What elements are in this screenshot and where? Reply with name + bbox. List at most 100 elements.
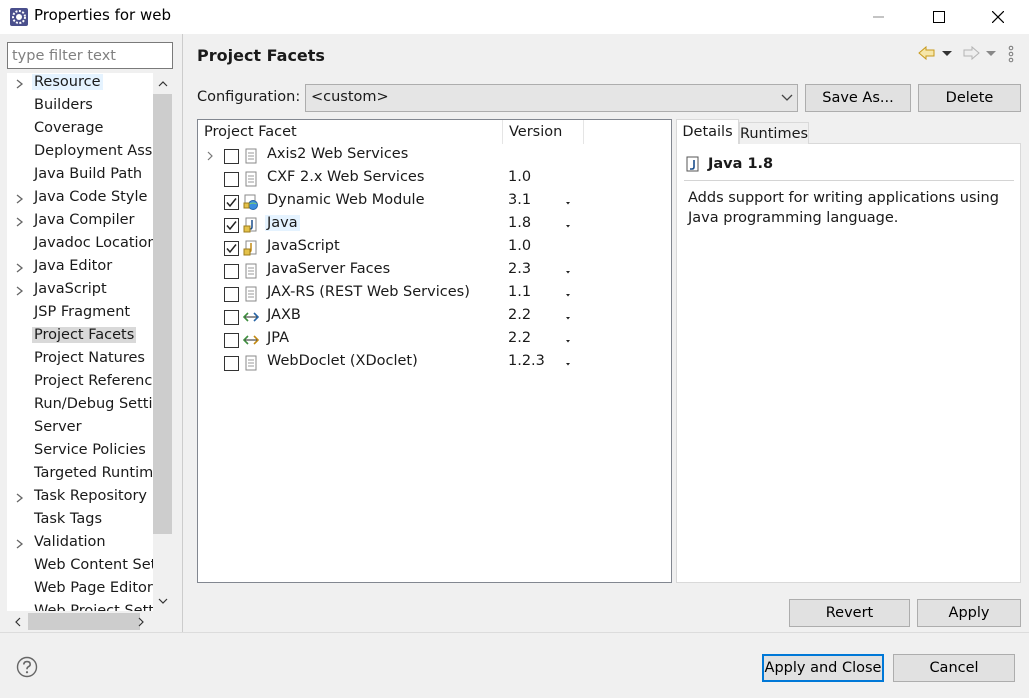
version-dropdown-icon[interactable] [564,338,572,344]
chevron-right-icon[interactable] [13,214,27,230]
jaxb-arrows-icon [243,312,259,322]
scroll-right-button[interactable] [132,612,150,631]
nav-horizontal-scroll-thumb[interactable] [28,613,140,630]
nav-item[interactable]: Task Tags [7,510,153,533]
nav-item[interactable]: Validation [7,533,153,556]
facet-checkbox[interactable] [224,195,239,210]
column-separator[interactable] [583,120,584,144]
nav-item[interactable]: Coverage [7,119,153,142]
nav-item[interactable]: Server [7,418,153,441]
version-dropdown-icon[interactable] [564,292,572,298]
help-icon[interactable] [16,656,38,678]
facet-row[interactable]: JavaScript 1.0 [198,237,670,260]
version-dropdown-icon[interactable] [564,269,572,275]
facet-checkbox[interactable] [224,310,239,325]
back-arrow-icon[interactable] [918,45,936,61]
nav-item[interactable]: JSP Fragment [7,303,153,326]
nav-item[interactable]: Java Build Path [7,165,153,188]
chevron-right-icon[interactable] [13,191,27,207]
nav-item[interactable]: Web Page Editor [7,579,153,602]
nav-item[interactable]: JavaScript [7,280,153,303]
scroll-up-button[interactable] [153,74,172,93]
facet-version[interactable]: 2.2 [508,307,531,323]
facet-checkbox[interactable] [224,264,239,279]
save-as-button[interactable]: Save As... [805,84,911,112]
minimize-button[interactable] [856,0,902,34]
nav-item[interactable]: Web Project Settings [7,602,153,611]
chevron-right-icon[interactable] [13,490,27,506]
nav-item[interactable]: Project References [7,372,153,395]
scroll-down-button[interactable] [153,591,172,610]
facet-version[interactable]: 3.1 [508,192,531,208]
facet-checkbox[interactable] [224,356,239,371]
chevron-right-icon[interactable] [13,536,27,552]
facet-row[interactable]: Dynamic Web Module 3.1 [198,191,670,214]
tab-runtimes[interactable]: Runtimes [739,122,809,144]
column-header-version[interactable]: Version [509,124,562,140]
scroll-left-button[interactable] [9,612,27,631]
tab-details[interactable]: Details [676,119,739,144]
facet-checkbox[interactable] [224,287,239,302]
nav-item[interactable]: Run/Debug Settings [7,395,153,418]
version-dropdown-icon[interactable] [564,223,572,229]
facet-version[interactable]: 2.2 [508,330,531,346]
version-dropdown-icon[interactable] [564,315,572,321]
facet-checkbox[interactable] [224,149,239,164]
close-icon [992,11,1004,23]
nav-item[interactable]: Resource [7,73,153,96]
column-header-facet[interactable]: Project Facet [204,124,297,140]
facet-checkbox[interactable] [224,172,239,187]
facet-version[interactable]: 1.8 [508,215,531,231]
apply-button[interactable]: Apply [917,599,1021,627]
version-dropdown-icon[interactable] [564,361,572,367]
nav-item-label: JavaScript [34,281,107,297]
more-options-icon[interactable] [1006,44,1016,64]
version-dropdown-icon[interactable] [564,200,572,206]
facet-checkbox[interactable] [224,241,239,256]
facet-row[interactable]: Axis2 Web Services [198,145,670,168]
nav-item[interactable]: Task Repository [7,487,153,510]
chevron-right-icon[interactable] [204,149,216,163]
facet-version[interactable]: 2.3 [508,261,531,277]
apply-and-close-button[interactable]: Apply and Close [762,654,884,682]
nav-item[interactable]: Targeted Runtimes [7,464,153,487]
nav-item[interactable]: Javadoc Location [7,234,153,257]
back-menu-dropdown-icon[interactable] [941,47,953,59]
facet-row[interactable]: Java 1.8 [198,214,670,237]
facet-row[interactable]: JAX-RS (REST Web Services) 1.1 [198,283,670,306]
pane-divider[interactable] [182,34,183,632]
delete-button[interactable]: Delete [918,84,1021,112]
facet-row[interactable]: JAXB 2.2 [198,306,670,329]
nav-item[interactable]: Deployment Assem [7,142,153,165]
nav-item[interactable]: Java Compiler [7,211,153,234]
nav-item[interactable]: Project Facets [7,326,153,349]
column-separator[interactable] [502,120,503,144]
facet-name: CXF 2.x Web Services [267,169,425,185]
facet-checkbox[interactable] [224,333,239,348]
nav-item[interactable]: Java Code Style [7,188,153,211]
facet-version[interactable]: 1.1 [508,284,531,300]
facet-checkbox[interactable] [224,218,239,233]
chevron-right-icon[interactable] [13,283,27,299]
nav-vertical-scroll-thumb[interactable] [153,94,172,534]
chevron-right-icon[interactable] [13,260,27,276]
facet-row[interactable]: CXF 2.x Web Services 1.0 [198,168,670,191]
maximize-icon [933,11,945,23]
forward-menu-dropdown-icon[interactable] [985,47,997,59]
close-button[interactable] [975,0,1021,34]
chevron-right-icon[interactable] [13,76,27,92]
nav-item[interactable]: Builders [7,96,153,119]
nav-item[interactable]: Service Policies [7,441,153,464]
nav-item[interactable]: Project Natures [7,349,153,372]
nav-item[interactable]: Web Content Settings [7,556,153,579]
facet-row[interactable]: JavaServer Faces 2.3 [198,260,670,283]
facet-version[interactable]: 1.2.3 [508,353,545,369]
forward-arrow-icon[interactable] [962,45,980,61]
cancel-button[interactable]: Cancel [893,654,1015,682]
revert-button[interactable]: Revert [789,599,910,627]
facet-row[interactable]: WebDoclet (XDoclet) 1.2.3 [198,352,670,375]
nav-item[interactable]: Java Editor [7,257,153,280]
facet-row[interactable]: JPA 2.2 [198,329,670,352]
maximize-button[interactable] [916,0,962,34]
filter-input[interactable] [7,42,173,69]
